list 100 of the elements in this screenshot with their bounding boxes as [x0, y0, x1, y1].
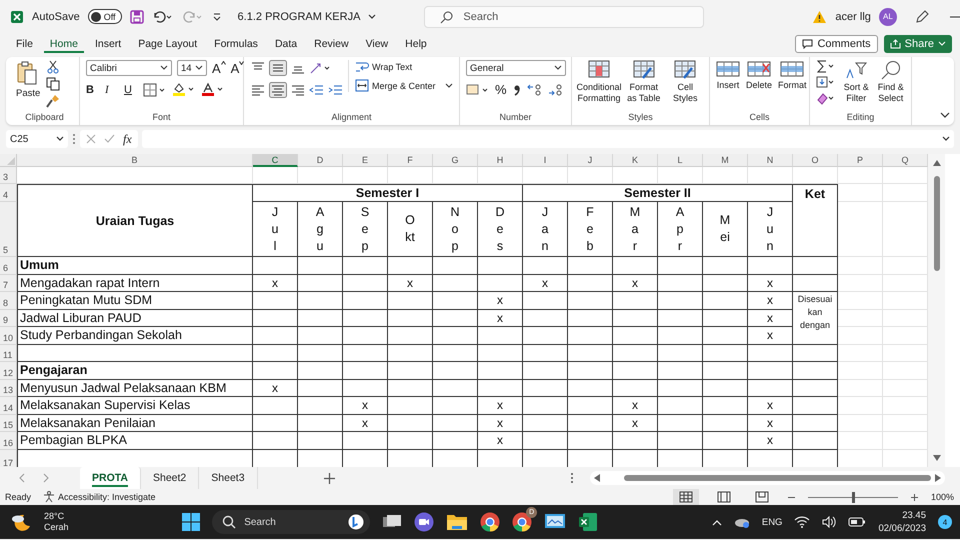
next-sheet-icon[interactable]	[42, 473, 50, 483]
column-header[interactable]: E	[343, 154, 388, 167]
clock-date[interactable]: 02/06/2023	[878, 522, 926, 535]
wifi-icon[interactable]	[794, 516, 810, 528]
collapse-ribbon-icon[interactable]	[940, 112, 950, 119]
column-header[interactable]: G	[433, 154, 478, 167]
column-header[interactable]: B	[17, 154, 253, 167]
menu-tab[interactable]: View	[360, 35, 394, 53]
previous-sheet-icon[interactable]	[18, 473, 26, 483]
check-icon[interactable]	[104, 134, 115, 144]
scroll-down-icon[interactable]	[932, 455, 940, 461]
bold-button[interactable]: B	[86, 84, 100, 96]
font-size-field[interactable]: 14	[177, 60, 207, 76]
borders-icon[interactable]	[143, 82, 167, 96]
paste-button[interactable]: Paste	[16, 60, 40, 99]
font-name-field[interactable]: Calibri	[86, 60, 172, 76]
decrease-decimal-icon[interactable]	[548, 82, 564, 96]
shrink-font-button[interactable]: A	[230, 60, 244, 76]
align-right-icon[interactable]	[290, 83, 306, 97]
row-header[interactable]: 7	[0, 274, 17, 292]
copy-icon[interactable]	[46, 77, 60, 91]
comma-style-icon[interactable]	[512, 82, 522, 96]
folder-icon[interactable]	[446, 513, 468, 531]
column-header[interactable]: Q	[883, 154, 928, 167]
align-middle-icon[interactable]	[269, 60, 287, 76]
align-left-icon[interactable]	[250, 83, 266, 97]
notification-badge[interactable]: 4	[938, 515, 952, 529]
column-header[interactable]: M	[703, 154, 748, 167]
row-header[interactable]: 5	[0, 202, 17, 257]
start-icon[interactable]	[182, 513, 200, 531]
row-header[interactable]: 16	[0, 432, 17, 450]
browser-icon[interactable]	[512, 512, 532, 532]
warning-icon[interactable]	[812, 10, 828, 24]
column-header[interactable]: K	[613, 154, 658, 167]
scissors-icon[interactable]	[47, 60, 60, 74]
insert-function-button[interactable]: fx	[123, 132, 132, 146]
pen-icon[interactable]	[914, 10, 929, 24]
column-header[interactable]: J	[568, 154, 613, 167]
scroll-right-icon[interactable]	[935, 474, 941, 482]
percent-button[interactable]: %	[495, 82, 507, 97]
row-header[interactable]: 11	[0, 344, 17, 362]
column-header[interactable]: O	[793, 154, 838, 167]
zoom-level[interactable]: 100%	[930, 492, 954, 502]
undo-icon[interactable]	[152, 10, 174, 24]
ribbon-button[interactable]: Delete	[746, 60, 772, 91]
horizontal-scrollbar[interactable]	[590, 471, 945, 485]
more-icon[interactable]	[570, 472, 574, 484]
share-button[interactable]: Share	[884, 35, 952, 53]
number-format-field[interactable]: General	[466, 60, 566, 76]
scroll-left-icon[interactable]	[594, 474, 600, 482]
sum-icon[interactable]	[816, 60, 836, 73]
comments-button[interactable]: Comments	[795, 35, 878, 53]
column-header[interactable]: F	[388, 154, 433, 167]
decrease-indent-icon[interactable]	[309, 83, 325, 97]
row-header[interactable]: 10	[0, 327, 17, 344]
ribbon-button[interactable]: Find & Select	[876, 60, 905, 104]
row-header[interactable]: 9	[0, 310, 17, 327]
ribbon-button[interactable]: Format as Table	[626, 60, 662, 104]
ribbon-button[interactable]: Conditional Formatting	[578, 60, 620, 104]
column-header[interactable]: D	[298, 154, 343, 167]
italic-button[interactable]: I	[105, 84, 119, 96]
zoom-in-icon[interactable]	[910, 492, 919, 502]
underline-button[interactable]: U	[124, 84, 138, 96]
currency-icon[interactable]	[466, 82, 490, 96]
menu-tab[interactable]: Page Layout	[132, 35, 204, 53]
video-camera-icon[interactable]	[414, 512, 434, 532]
monitor-app-icon[interactable]	[544, 513, 566, 531]
save-icon[interactable]	[130, 10, 144, 24]
increase-decimal-icon[interactable]	[526, 82, 543, 96]
grow-font-button[interactable]: A	[212, 60, 226, 76]
name-box[interactable]: C25	[6, 130, 68, 148]
cloud-icon[interactable]	[734, 516, 750, 528]
column-header[interactable]: I	[523, 154, 568, 167]
menu-tab[interactable]: Review	[308, 35, 355, 53]
wrap-text-button[interactable]: Wrap Text	[355, 60, 453, 73]
user-avatar[interactable]: AL	[878, 8, 897, 26]
column-header[interactable]: N	[748, 154, 793, 167]
normal-view-icon[interactable]	[672, 489, 699, 505]
accessibility-status[interactable]: Accessibility: Investigate	[43, 491, 156, 503]
language-indicator[interactable]: ENG	[762, 516, 782, 528]
column-header[interactable]: L	[658, 154, 703, 167]
row-header[interactable]: 14	[0, 397, 17, 414]
column-header[interactable]: H	[478, 154, 523, 167]
menu-tab[interactable]: Insert	[88, 35, 128, 53]
scroll-up-icon[interactable]	[932, 160, 940, 166]
clock-time[interactable]: 23.45	[902, 509, 926, 522]
row-header[interactable]: 17	[0, 450, 17, 467]
align-center-icon[interactable]	[269, 82, 287, 98]
menu-tab[interactable]: Data	[268, 35, 304, 53]
row-header[interactable]: 4	[0, 184, 17, 202]
ribbon-button[interactable]: Format	[778, 60, 807, 91]
sheet-tab[interactable]: Sheet3	[199, 467, 258, 489]
fill-color-icon[interactable]	[172, 82, 196, 97]
battery-icon[interactable]	[848, 517, 866, 527]
row-header[interactable]: 12	[0, 362, 17, 380]
font-color-icon[interactable]	[201, 82, 225, 97]
search-field[interactable]: Search	[424, 6, 704, 28]
merge-center-button[interactable]: Merge & Center	[355, 79, 453, 92]
chevron-down-icon[interactable]	[368, 14, 376, 20]
menu-tab[interactable]: Help	[399, 35, 433, 53]
